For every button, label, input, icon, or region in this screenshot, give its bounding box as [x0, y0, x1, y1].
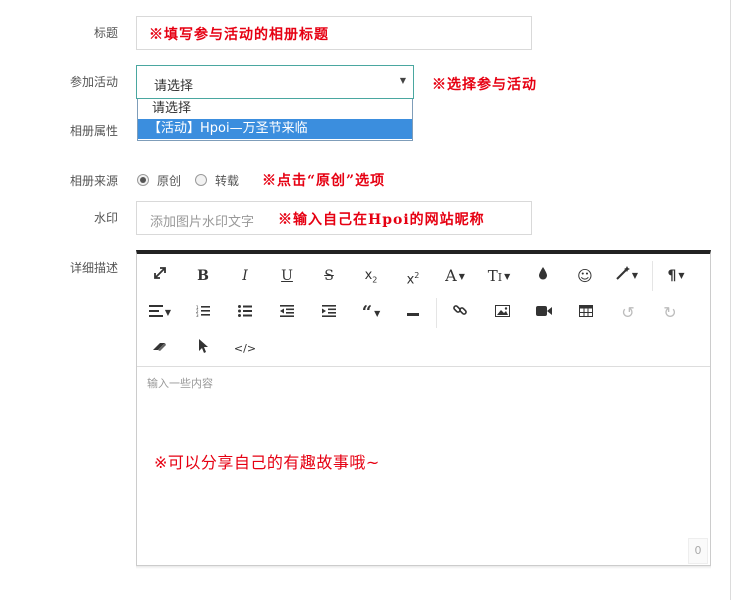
font-size-icon[interactable]: A ▼: [438, 261, 472, 291]
toolbar-separator: [652, 261, 653, 291]
repost-radio-label[interactable]: 转载: [215, 172, 239, 189]
table-icon[interactable]: [569, 298, 603, 328]
activity-select[interactable]: 请选择 ▼: [136, 65, 414, 99]
eraser-icon[interactable]: [143, 334, 177, 364]
horizontal-line-icon[interactable]: [396, 298, 430, 328]
repost-radio[interactable]: [195, 174, 207, 186]
paragraph-size-icon[interactable]: TI ▼: [482, 261, 516, 291]
page-right-border: [730, 0, 731, 600]
activity-dropdown-list: 请选择 【活动】Hpoi—万圣节来临: [137, 99, 413, 141]
activity-selected-value: 请选择: [154, 79, 194, 94]
editor-toolbar: B I U S x2 x2 A ▼ TI ▼ ☺ ▼ ¶ ▼ ▼ 123 “ ▼…: [137, 254, 710, 367]
svg-text:3: 3: [196, 313, 199, 317]
dropdown-option[interactable]: 请选择: [138, 99, 412, 119]
align-icon[interactable]: ▼: [143, 298, 177, 328]
ordered-list-icon[interactable]: 123: [186, 298, 220, 328]
title-annotation: ※填写参与活动的相册标题: [149, 27, 329, 43]
superscript-icon[interactable]: x2: [396, 261, 430, 291]
editor-placeholder: 输入一些内容: [147, 377, 213, 390]
strikethrough-icon[interactable]: S: [312, 261, 346, 291]
description-annotation: ※可以分享自己的有趣故事哦~: [154, 453, 380, 472]
quote-icon[interactable]: “▼: [354, 298, 388, 328]
video-icon[interactable]: [527, 298, 561, 328]
char-counter: 0: [688, 538, 708, 564]
italic-icon[interactable]: I: [228, 261, 262, 291]
fullscreen-icon[interactable]: [143, 261, 177, 291]
emoji-icon[interactable]: ☺: [568, 261, 602, 291]
editor-shadow: [136, 566, 711, 569]
image-icon[interactable]: [485, 298, 519, 328]
rich-text-editor: B I U S x2 x2 A ▼ TI ▼ ☺ ▼ ¶ ▼ ▼ 123 “ ▼…: [136, 250, 711, 566]
watermark-label: 水印: [93, 211, 118, 225]
undo-icon[interactable]: ↺: [611, 298, 645, 328]
paragraph-format-icon[interactable]: ¶ ▼: [659, 261, 693, 291]
outdent-icon[interactable]: [270, 298, 304, 328]
source-annotation: ※点击“原创”选项: [262, 173, 386, 189]
album-attr-label: 相册属性: [69, 124, 118, 138]
redo-icon[interactable]: ↻: [653, 298, 687, 328]
watermark-annotation: ※输入自己在Hpoi的网站昵称: [278, 212, 485, 228]
subscript-icon[interactable]: x2: [354, 261, 388, 291]
select-all-icon[interactable]: [186, 334, 220, 364]
activity-annotation: ※选择参与活动: [432, 77, 537, 93]
activity-label: 参加活动: [69, 75, 118, 89]
code-view-icon[interactable]: </>: [228, 334, 262, 364]
editor-content-area[interactable]: 输入一些内容 ※可以分享自己的有趣故事哦~ 0: [137, 367, 710, 566]
title-label: 标题: [93, 26, 118, 40]
link-icon[interactable]: [443, 298, 477, 328]
description-label: 详细描述: [69, 261, 118, 275]
original-radio-label[interactable]: 原创: [157, 172, 181, 189]
watermark-placeholder: 添加图片水印文字: [150, 215, 255, 230]
toolbar-separator: [436, 298, 437, 328]
source-label: 相册来源: [69, 174, 118, 188]
title-input[interactable]: ※填写参与活动的相册标题: [136, 16, 532, 50]
original-radio[interactable]: [137, 174, 149, 186]
indent-icon[interactable]: [312, 298, 346, 328]
magic-icon[interactable]: ▼: [610, 261, 644, 291]
unordered-list-icon[interactable]: [228, 298, 262, 328]
chevron-down-icon: ▼: [399, 76, 406, 85]
dropdown-option-highlighted[interactable]: 【活动】Hpoi—万圣节来临: [138, 119, 412, 139]
color-icon[interactable]: [526, 261, 560, 291]
underline-icon[interactable]: U: [270, 261, 304, 291]
bold-icon[interactable]: B: [186, 261, 220, 291]
